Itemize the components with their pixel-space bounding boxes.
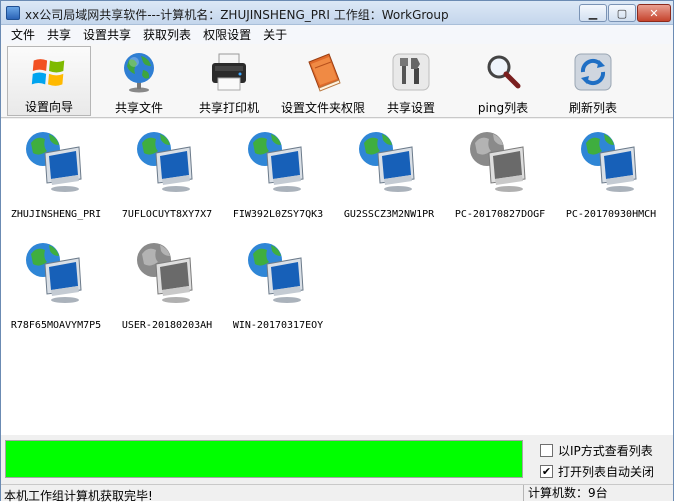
auto-close-checkbox[interactable]: ✔ <box>540 465 553 478</box>
minimize-icon: ▁ <box>588 6 598 20</box>
networked-computer-icon <box>248 243 304 303</box>
refresh-list-button[interactable]: 刷新列表 <box>551 46 635 116</box>
maximize-icon: ▢ <box>616 6 628 20</box>
folder-book-icon <box>308 53 341 92</box>
computer-item[interactable]: GU2SSCZ3M2NW1PR <box>334 129 444 229</box>
toolbar: 设置向导 共享文件 共享打印机 设置文件夹权限 共享设置 ping列表 刷新列表 <box>1 44 673 118</box>
networked-computer-icon <box>248 132 304 192</box>
progress-bar <box>5 440 523 478</box>
share-file-label: 共享文件 <box>114 101 163 115</box>
menu-about[interactable]: 关于 <box>257 26 293 43</box>
computer-name: WIN-20170317EOY <box>232 320 324 331</box>
folder-permissions-label: 设置文件夹权限 <box>280 101 365 115</box>
computer-name: PC-20170930HMCH <box>565 209 657 220</box>
windows-logo-icon <box>31 59 65 86</box>
close-icon: ✕ <box>649 6 659 20</box>
maximize-button[interactable]: ▢ <box>608 4 636 22</box>
computer-name: ZHUJINSHENG_PRI <box>10 209 102 220</box>
auto-close-option[interactable]: ✔ 打开列表自动关闭 <box>540 463 654 480</box>
menu-get-list[interactable]: 获取列表 <box>137 26 197 43</box>
ping-list-button[interactable]: ping列表 <box>461 46 545 116</box>
networked-computer-icon <box>359 132 415 192</box>
menu-bar: 文件 共享 设置共享 获取列表 权限设置 关于 <box>1 25 673 44</box>
menu-share-settings[interactable]: 设置共享 <box>77 26 137 43</box>
computer-item[interactable]: PC-20170930HMCH <box>556 129 666 229</box>
networked-computer-icon <box>581 132 637 192</box>
magnifier-icon <box>487 55 521 89</box>
refresh-icon <box>574 53 612 91</box>
share-settings-button[interactable]: 共享设置 <box>369 46 453 116</box>
progress-fill <box>6 441 522 477</box>
auto-close-label: 打开列表自动关闭 <box>558 465 655 479</box>
setup-wizard-label: 设置向导 <box>24 100 73 114</box>
close-button[interactable]: ✕ <box>637 4 671 22</box>
printer-icon <box>212 53 246 91</box>
ping-list-label: ping列表 <box>477 101 529 115</box>
minimize-button[interactable]: ▁ <box>579 4 607 22</box>
share-printer-label: 共享打印机 <box>198 101 259 115</box>
computer-name: R78F65MOAVYM7P5 <box>10 320 102 331</box>
tools-icon <box>392 53 430 91</box>
app-icon <box>6 6 20 20</box>
computer-item[interactable]: R78F65MOAVYM7P5 <box>1 240 111 340</box>
computer-item[interactable]: 7UFLOCUYT8XY7X7 <box>112 129 222 229</box>
computer-item[interactable]: WIN-20170317EOY <box>223 240 333 340</box>
share-file-button[interactable]: 共享文件 <box>97 46 181 116</box>
computer-count: 计算机数：9台 <box>523 485 608 501</box>
computer-list: ZHUJINSHENG_PRI 7UFLOCUYT8XY7X7 FIW392L0… <box>1 119 673 435</box>
status-bar: 本机工作组计算机获取完毕! 计算机数：9台 <box>1 484 673 503</box>
share-printer-button[interactable]: 共享打印机 <box>187 46 271 116</box>
title-bar[interactable]: xx公司局域网共享软件---计算机名：ZHUJINSHENG_PRI 工作组：W… <box>1 1 673 25</box>
computer-name: 7UFLOCUYT8XY7X7 <box>121 209 213 220</box>
offline-computer-icon <box>470 132 526 192</box>
refresh-list-label: 刷新列表 <box>568 101 617 115</box>
computer-item[interactable]: PC-20170827DOGF <box>445 129 555 229</box>
computer-item[interactable]: ZHUJINSHENG_PRI <box>1 129 111 229</box>
menu-permissions[interactable]: 权限设置 <box>197 26 257 43</box>
window-title: xx公司局域网共享软件---计算机名：ZHUJINSHENG_PRI 工作组：W… <box>25 8 449 22</box>
main-window: xx公司局域网共享软件---计算机名：ZHUJINSHENG_PRI 工作组：W… <box>0 0 674 503</box>
computer-name: FIW392L0ZSY7QK3 <box>232 209 324 220</box>
computer-name: PC-20170827DOGF <box>454 209 546 220</box>
menu-file[interactable]: 文件 <box>5 26 41 43</box>
globe-icon <box>124 53 154 93</box>
networked-computer-icon <box>26 132 82 192</box>
computer-item[interactable]: FIW392L0ZSY7QK3 <box>223 129 333 229</box>
view-by-ip-option[interactable]: 以IP方式查看列表 <box>540 442 653 459</box>
view-by-ip-label: 以IP方式查看列表 <box>558 444 653 458</box>
computer-name: USER-20180203AH <box>121 320 213 331</box>
folder-permissions-button[interactable]: 设置文件夹权限 <box>277 46 369 116</box>
offline-computer-icon <box>137 243 193 303</box>
setup-wizard-button[interactable]: 设置向导 <box>7 46 91 116</box>
networked-computer-icon <box>26 243 82 303</box>
computer-name: GU2SSCZ3M2NW1PR <box>343 209 435 220</box>
view-by-ip-checkbox[interactable] <box>540 444 553 457</box>
computer-item[interactable]: USER-20180203AH <box>112 240 222 340</box>
status-message: 本机工作组计算机获取完毕! <box>4 489 153 503</box>
bottom-panel: 以IP方式查看列表 ✔ 打开列表自动关闭 <box>1 435 673 483</box>
share-settings-label: 共享设置 <box>386 101 435 115</box>
networked-computer-icon <box>137 132 193 192</box>
menu-share[interactable]: 共享 <box>41 26 77 43</box>
